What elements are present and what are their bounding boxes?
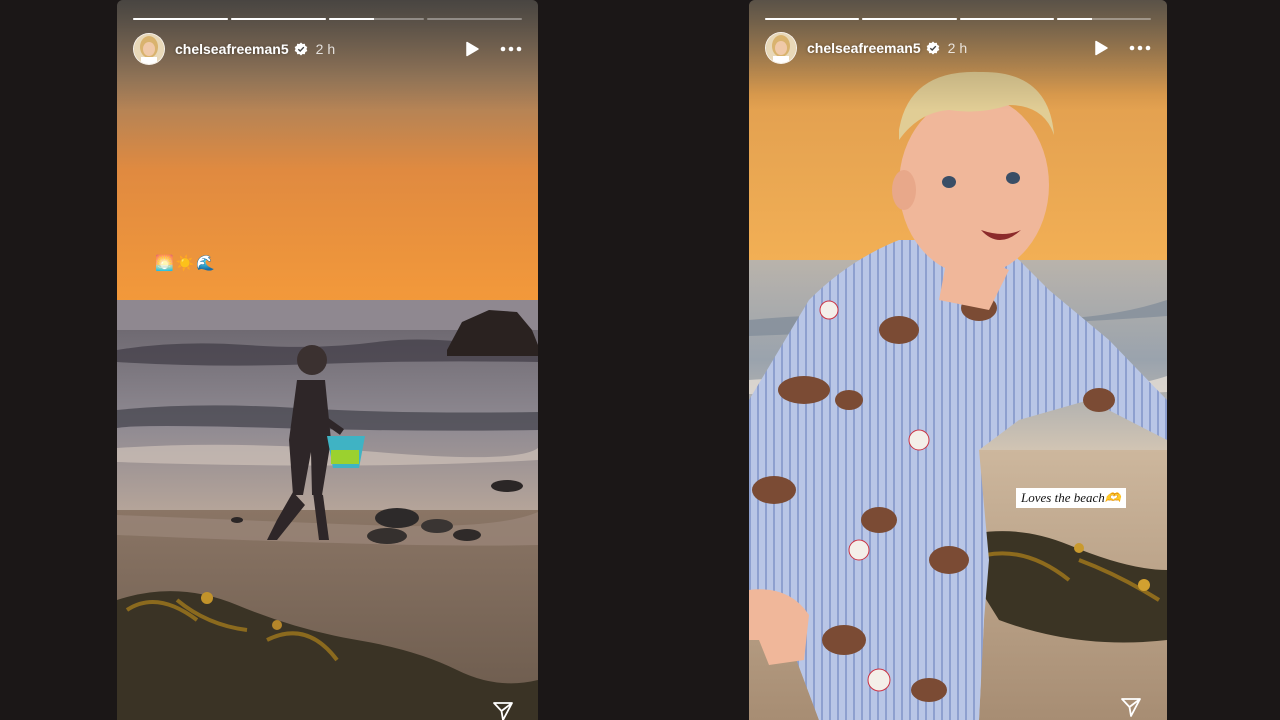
- story-progress-bar: [133, 18, 522, 20]
- progress-segment: [427, 18, 522, 20]
- text-sticker: Loves the beach🫶: [1016, 488, 1126, 508]
- story-header: chelseafreeman5 2 h: [765, 32, 1151, 64]
- progress-fill: [862, 18, 957, 20]
- more-options-icon[interactable]: [1129, 40, 1151, 56]
- share-send-icon[interactable]: [492, 700, 514, 720]
- progress-segment: [133, 18, 228, 20]
- progress-segment: [231, 18, 326, 20]
- progress-fill: [329, 18, 374, 20]
- progress-segment: [959, 18, 1054, 20]
- share-send-icon[interactable]: [1120, 696, 1142, 718]
- progress-fill: [765, 18, 860, 20]
- progress-segment: [329, 18, 424, 20]
- progress-segment: [862, 18, 957, 20]
- progress-segment: [1056, 18, 1151, 20]
- verified-badge-icon: [294, 42, 307, 56]
- verified-badge-icon: [926, 41, 939, 55]
- story-card-left[interactable]: chelseafreeman5 2 h 🌅 ☀️ 🌊: [117, 0, 538, 720]
- avatar[interactable]: [133, 33, 165, 65]
- username[interactable]: chelseafreeman5: [807, 40, 921, 56]
- progress-fill: [1056, 18, 1092, 20]
- wave-emoji: 🌊: [196, 255, 216, 272]
- avatar[interactable]: [765, 32, 797, 64]
- post-time: 2 h: [315, 41, 336, 57]
- progress-fill: [231, 18, 326, 20]
- progress-segment: [765, 18, 860, 20]
- username[interactable]: chelseafreeman5: [175, 41, 289, 57]
- sun-emoji: ☀️: [175, 255, 195, 272]
- post-time: 2 h: [947, 40, 968, 56]
- story-progress-bar: [765, 18, 1151, 20]
- story-card-right[interactable]: chelseafreeman5 2 h Loves the beach🫶: [749, 0, 1167, 720]
- play-icon[interactable]: [464, 41, 480, 57]
- progress-fill: [959, 18, 1054, 20]
- sunrise-emoji: 🌅: [155, 255, 174, 272]
- emoji-sticker: 🌅 ☀️ 🌊: [155, 254, 215, 274]
- play-icon[interactable]: [1093, 40, 1109, 56]
- story-header: chelseafreeman5 2 h: [133, 33, 522, 65]
- progress-fill: [133, 18, 228, 20]
- more-options-icon[interactable]: [500, 41, 522, 57]
